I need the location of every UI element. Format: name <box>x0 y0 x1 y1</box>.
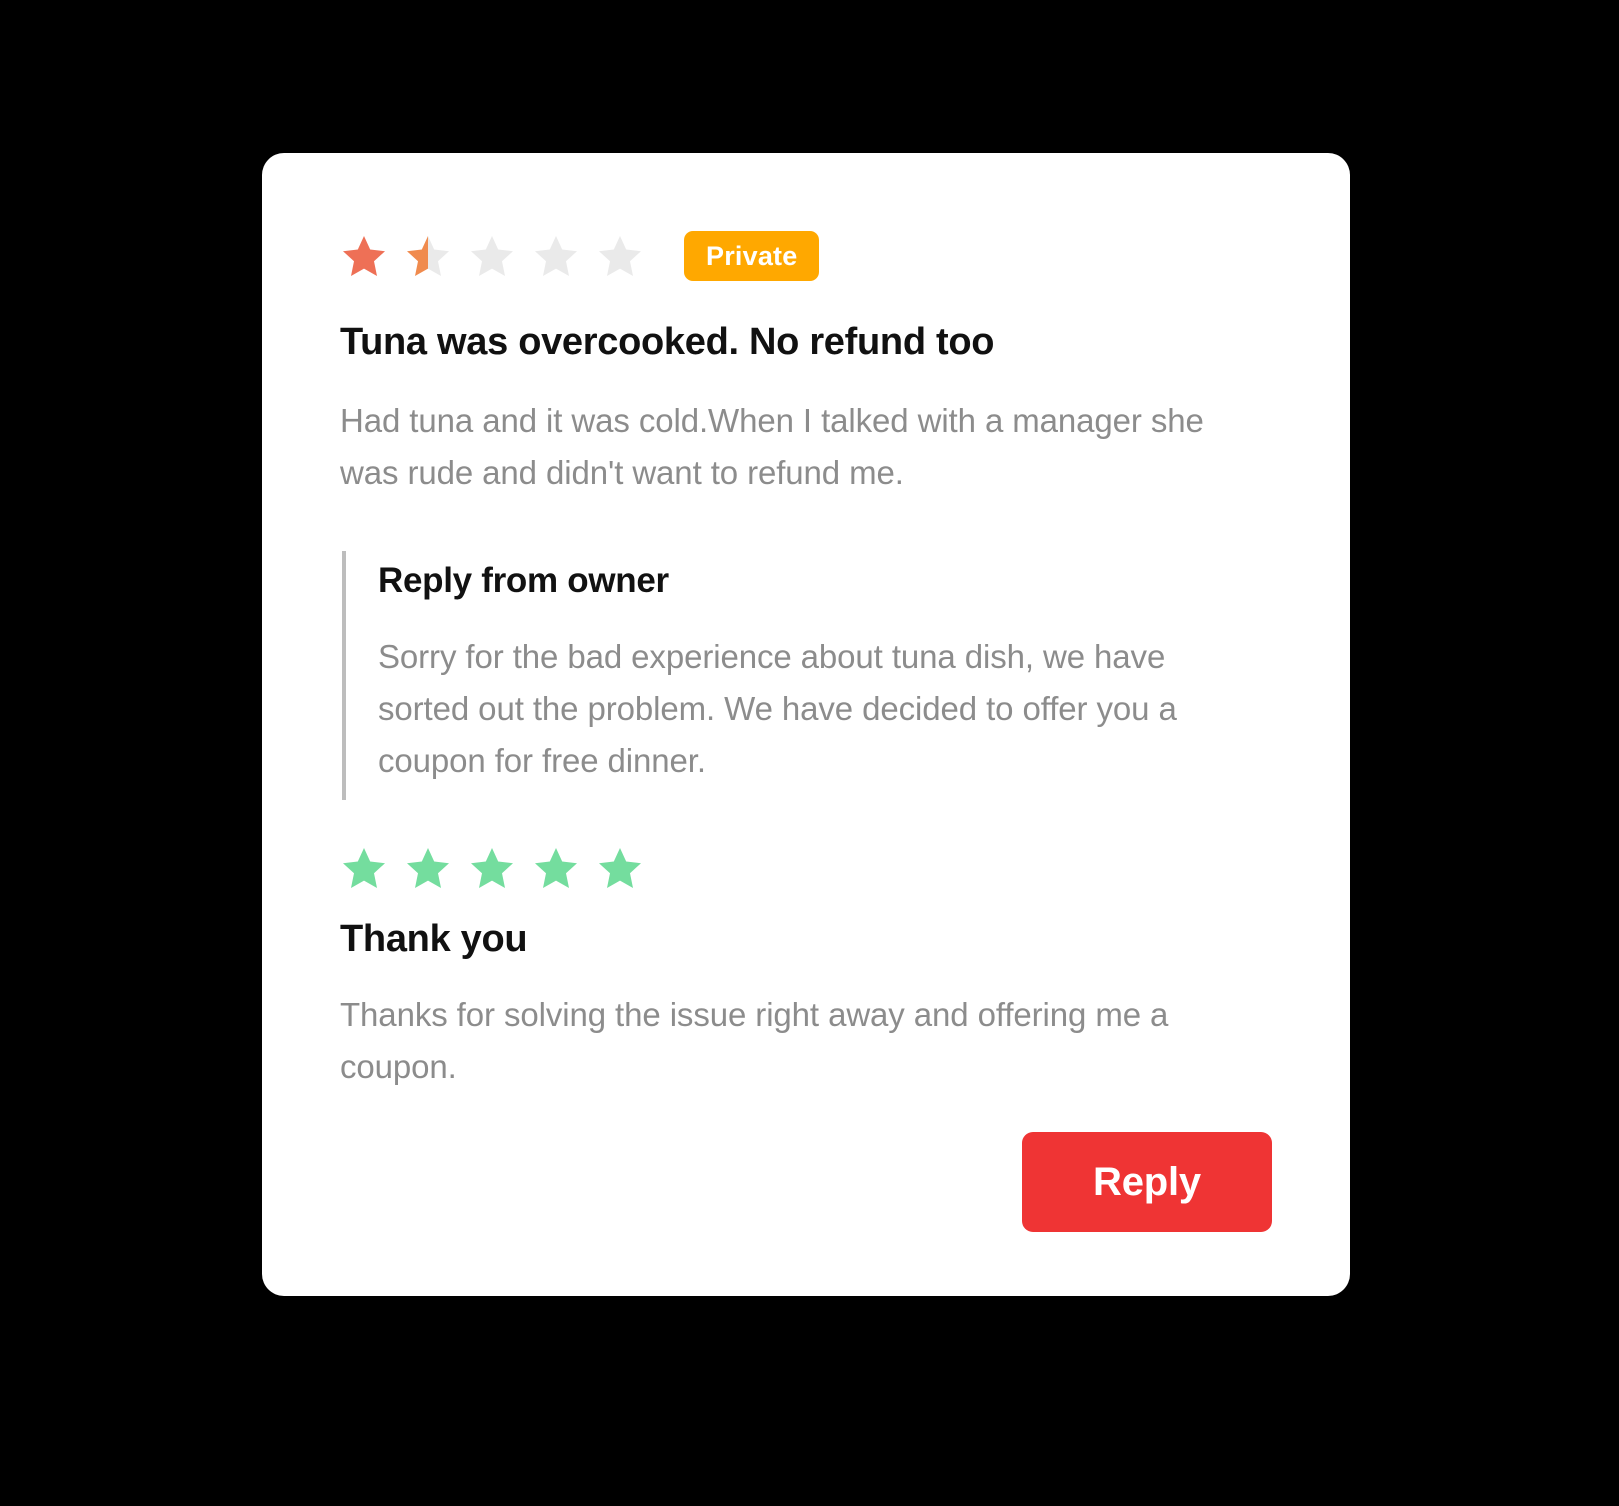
followup-body: Thanks for solving the issue right away … <box>340 995 1169 1085</box>
review-title: Tuna was overcooked. No refund too <box>340 321 995 363</box>
star-empty-icon <box>535 236 577 276</box>
star-empty-icon <box>471 236 513 276</box>
owner-reply-block: Reply from owner Sorry for the bad exper… <box>342 550 1252 800</box>
review-body: Had tuna and it was cold.When I talked w… <box>340 401 1204 491</box>
review-card: Private Tuna was overcooked. No refund t… <box>262 153 1350 1296</box>
reply-button[interactable]: Reply <box>1022 1132 1272 1232</box>
star-icon <box>343 236 385 276</box>
star-icon <box>343 847 385 888</box>
star-icon <box>599 847 641 888</box>
owner-reply-title: Reply from owner <box>378 560 669 600</box>
star-icon <box>407 847 449 888</box>
star-icon <box>535 847 577 888</box>
owner-reply-body: Sorry for the bad experience about tuna … <box>378 638 1177 780</box>
status-badge-private: Private <box>684 231 820 281</box>
star-empty-icon <box>599 236 641 276</box>
followup-star-rating[interactable] <box>340 844 1272 892</box>
followup-title: Thank you <box>340 917 528 960</box>
star-icon <box>471 847 513 888</box>
page-background: Private Tuna was overcooked. No refund t… <box>0 0 1619 1506</box>
card-action-row: Reply <box>1022 1132 1272 1232</box>
rating-header-row: Private <box>340 225 1272 287</box>
star-half-icon <box>407 236 449 276</box>
review-star-rating[interactable] <box>340 232 644 280</box>
